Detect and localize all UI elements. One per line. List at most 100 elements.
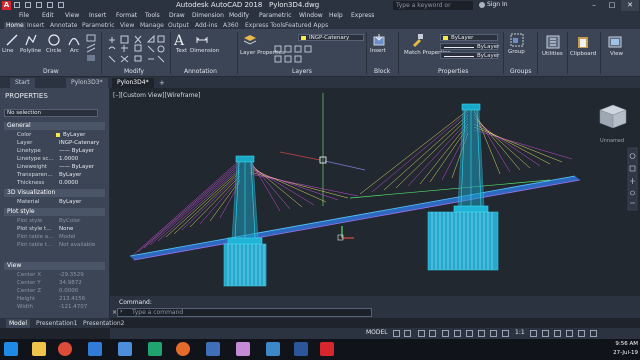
prop-row-thickness[interactable]: Thickness 0.0000 (4, 179, 105, 187)
menu-parametric[interactable]: Parametric (259, 12, 292, 19)
menu-help[interactable]: Help (329, 12, 343, 19)
command-input[interactable]: Type a command (117, 308, 372, 317)
prop-row-material[interactable]: Material ByLayer (4, 198, 105, 206)
new-tab-plus-icon[interactable]: + (159, 79, 167, 87)
tab-add-ins[interactable]: Add-ins (193, 22, 219, 29)
chrome-icon[interactable] (58, 342, 72, 356)
linetype-dropdown[interactable]: ByLayer (440, 43, 499, 50)
dimension-button-label[interactable]: Dimension (190, 48, 219, 54)
line-icon[interactable] (6, 34, 18, 46)
annotation-visibility-icon[interactable] (502, 330, 509, 337)
paint-icon[interactable] (236, 342, 250, 356)
minimize-button[interactable]: – (585, 0, 603, 11)
tab-featured-apps[interactable]: Featured Apps (283, 22, 330, 29)
doc-tab-pylon3d3[interactable]: Pylon3D3* (66, 78, 108, 88)
transparency-icon[interactable] (490, 330, 497, 337)
annotation-scale[interactable]: 1:1 (515, 329, 525, 336)
layer-tools[interactable] (274, 44, 364, 64)
viewport-controls[interactable]: [–][Custom View][Wireframe] (113, 92, 200, 99)
match-properties-icon[interactable] (410, 33, 424, 47)
clipboard-button-label[interactable]: Clipboard (570, 51, 596, 57)
utilities-icon[interactable] (546, 35, 560, 49)
panel-properties[interactable]: Properties (438, 68, 468, 75)
tab-insert[interactable]: Insert (25, 22, 46, 29)
tab-presentation2[interactable]: Presentation2 (80, 319, 128, 328)
prop-row-transparency[interactable]: Transparen... ByLayer (4, 171, 105, 179)
section-view[interactable]: View (4, 262, 105, 270)
menu-express[interactable]: Express (351, 12, 374, 19)
close-button[interactable]: ✕ (621, 0, 639, 11)
prop-row-center-y[interactable]: Center Y 34.9872 (4, 279, 105, 287)
hardware-acceleration-icon[interactable] (566, 330, 573, 337)
prop-row-plot-table-attached[interactable]: Plot table a... Model (4, 233, 105, 241)
menu-draw[interactable]: Draw (169, 12, 185, 19)
layer-properties-icon[interactable] (243, 33, 257, 47)
snap-icon[interactable] (404, 330, 411, 337)
section-general[interactable]: General (4, 122, 105, 130)
quick-access-toolbar[interactable] (14, 2, 74, 9)
prop-row-lineweight[interactable]: Lineweight —— ByLayer (4, 163, 105, 171)
panel-groups[interactable]: Groups (510, 68, 531, 75)
tab-output[interactable]: Output (166, 22, 191, 29)
viewcube[interactable] (599, 104, 627, 129)
menu-dimension[interactable]: Dimension (192, 12, 224, 19)
sign-in-button[interactable]: Sign In (487, 1, 508, 8)
panel-draw[interactable]: Draw (43, 68, 59, 75)
model-space-button[interactable]: MODEL (366, 329, 388, 336)
prop-row-layer[interactable]: Layer INGP-Catenary (4, 139, 105, 147)
line-button-label[interactable]: Line (2, 48, 13, 54)
tab-a360[interactable]: A360 (221, 22, 241, 29)
text-button-label[interactable]: Text (176, 48, 187, 54)
dimension-icon[interactable] (196, 34, 208, 46)
circle-icon[interactable] (48, 34, 60, 46)
panel-layers[interactable]: Layers (292, 68, 312, 75)
close-command-icon[interactable]: × (112, 309, 117, 316)
prop-row-center-x[interactable]: Center X -29.3529 (4, 271, 105, 279)
insert-block-icon[interactable] (372, 33, 386, 47)
taskbar-clock[interactable]: 9:56 AM 27-Jul-19 (600, 340, 638, 358)
system-tray[interactable] (508, 345, 588, 353)
firefox-icon[interactable] (176, 342, 190, 356)
tab-annotate[interactable]: Annotate (48, 22, 79, 29)
app-icon[interactable] (206, 342, 220, 356)
prop-row-color[interactable]: Color ByLayer (4, 131, 105, 139)
modify-tools[interactable] (107, 34, 165, 64)
prop-row-center-z[interactable]: Center Z 0.0000 (4, 287, 105, 295)
osnap-tracking-icon[interactable] (454, 330, 461, 337)
arc-button-label[interactable]: Arc (70, 48, 79, 54)
prop-row-plot-style[interactable]: Plot style ByColor (4, 217, 105, 225)
word-icon[interactable] (294, 342, 308, 356)
menu-window[interactable]: Window (299, 12, 323, 19)
insert-button-label[interactable]: Insert (370, 48, 386, 54)
polyline-icon[interactable] (25, 34, 37, 46)
layer-dropdown[interactable]: INGP-Catenary (298, 34, 364, 41)
tab-parametric[interactable]: Parametric (80, 22, 117, 29)
prop-row-width[interactable]: Width -121.4707 (4, 303, 105, 311)
clipboard-icon[interactable] (576, 35, 590, 49)
group-button-label[interactable]: Group (508, 49, 525, 55)
text-icon[interactable]: A (174, 33, 184, 49)
menu-view[interactable]: View (65, 12, 79, 19)
grid-icon[interactable] (393, 330, 400, 337)
media-player-icon[interactable] (88, 342, 102, 356)
photos-icon[interactable] (266, 342, 280, 356)
maximize-button[interactable]: □ (603, 0, 621, 11)
tab-home[interactable]: Home (4, 22, 26, 29)
panel-annotation[interactable]: Annotation (184, 68, 217, 75)
customization-menu-icon[interactable] (590, 330, 597, 337)
network-icon[interactable] (118, 342, 132, 356)
ortho-icon[interactable] (418, 330, 425, 337)
prop-row-linetype[interactable]: Linetype —— ByLayer (4, 147, 105, 155)
utilities-button-label[interactable]: Utilities (542, 51, 563, 57)
tab-view[interactable]: View (118, 22, 136, 29)
search-input[interactable]: Type a keyword or phrase (393, 1, 473, 18)
view-icon[interactable] (608, 35, 622, 49)
gear-icon[interactable] (530, 330, 537, 337)
section-plot-style[interactable]: Plot style (4, 208, 105, 216)
section-3d-visualization[interactable]: 3D Visualization (4, 189, 105, 197)
menu-format[interactable]: Format (116, 12, 137, 19)
menu-tools[interactable]: Tools (145, 12, 160, 19)
arc-icon[interactable] (68, 34, 80, 46)
selection-dropdown[interactable]: No selection (4, 109, 98, 117)
menu-edit[interactable]: Edit (42, 12, 54, 19)
